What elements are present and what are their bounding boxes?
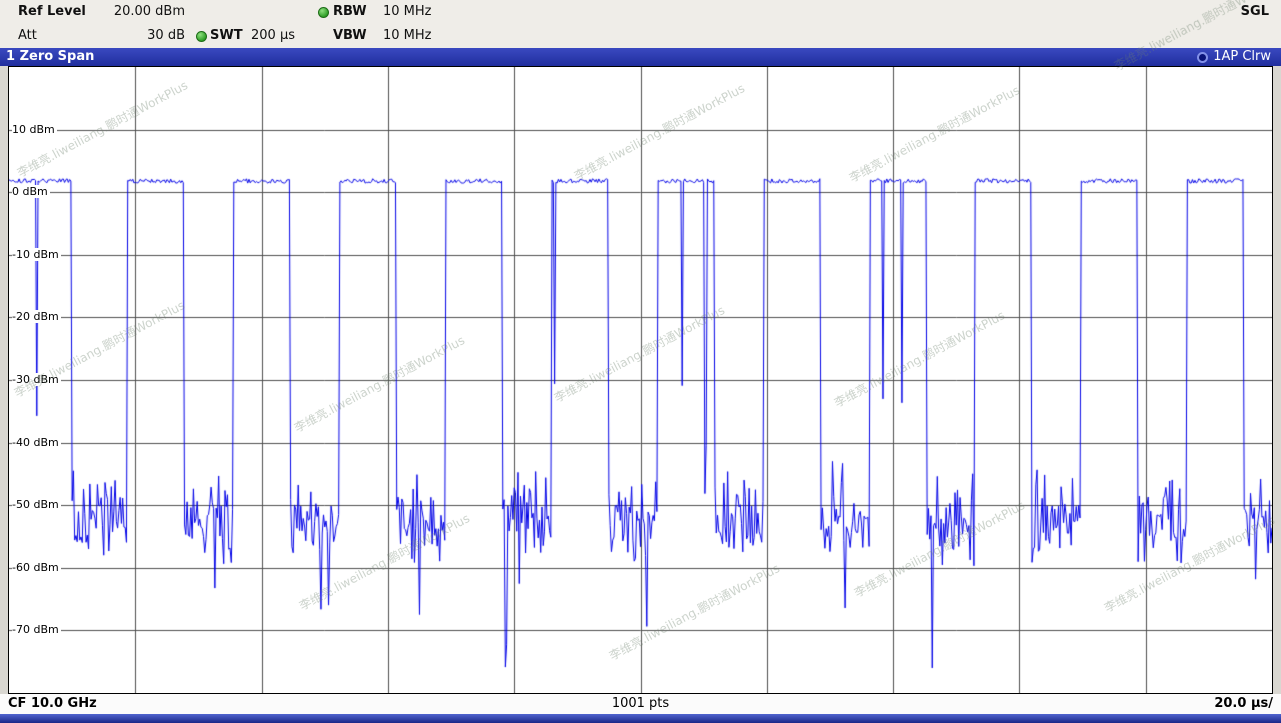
bottom-strip bbox=[0, 714, 1281, 723]
single-sweep-indicator: SGL bbox=[1241, 4, 1269, 20]
att-value[interactable]: 30 dB bbox=[97, 28, 185, 44]
trace-canvas bbox=[9, 67, 1272, 693]
y-axis-tick-label: -70 dBm bbox=[12, 623, 61, 636]
swt-value[interactable]: 200 µs bbox=[251, 28, 295, 44]
ref-level-label: Ref Level bbox=[18, 4, 86, 20]
att-label: Att bbox=[18, 28, 37, 44]
time-per-division-value[interactable]: 20.0 µs/ bbox=[1214, 694, 1273, 714]
trace-color-icon bbox=[1197, 52, 1208, 63]
swt-label: SWT bbox=[210, 28, 243, 44]
window-title: 1 Zero Span bbox=[6, 48, 94, 66]
ref-level-value[interactable]: 20.00 dBm bbox=[97, 4, 185, 20]
trace-mode-label: 1AP Clrw bbox=[1213, 48, 1271, 66]
plot-area[interactable]: 10 dBm 0 dBm -10 dBm -20 dBm -30 dBm -40 dBm -… bbox=[8, 66, 1273, 694]
vbw-value[interactable]: 10 MHz bbox=[383, 28, 432, 44]
vbw-label: VBW bbox=[333, 28, 367, 44]
center-frequency-value[interactable]: CF 10.0 GHz bbox=[8, 694, 97, 714]
y-axis-tick-label: -40 dBm bbox=[12, 436, 61, 449]
window-titlebar: 1 Zero Span 1AP Clrw bbox=[0, 48, 1281, 66]
footer-bar: CF 10.0 GHz 1001 pts 20.0 µs/ bbox=[0, 694, 1281, 714]
trace-mode-group[interactable]: 1AP Clrw bbox=[1197, 48, 1271, 66]
y-axis-tick-label: -30 dBm bbox=[12, 373, 61, 386]
y-axis-tick-label: -10 dBm bbox=[12, 248, 61, 261]
rbw-led-icon bbox=[318, 7, 329, 18]
y-axis-tick-label: 10 dBm bbox=[12, 123, 57, 136]
spectrum-analyzer-screen: Ref Level 20.00 dBm RBW 10 MHz SGL Att 3… bbox=[0, 0, 1281, 723]
swt-led-icon bbox=[196, 31, 207, 42]
rbw-value[interactable]: 10 MHz bbox=[383, 4, 432, 20]
sweep-points-value: 1001 pts bbox=[612, 694, 669, 714]
y-axis-tick-label: -20 dBm bbox=[12, 310, 61, 323]
y-axis-tick-label: -60 dBm bbox=[12, 561, 61, 574]
header-bar: Ref Level 20.00 dBm RBW 10 MHz SGL Att 3… bbox=[0, 0, 1281, 48]
y-axis-tick-label: -50 dBm bbox=[12, 498, 61, 511]
rbw-label: RBW bbox=[333, 4, 367, 20]
y-axis-tick-label: 0 dBm bbox=[12, 185, 50, 198]
